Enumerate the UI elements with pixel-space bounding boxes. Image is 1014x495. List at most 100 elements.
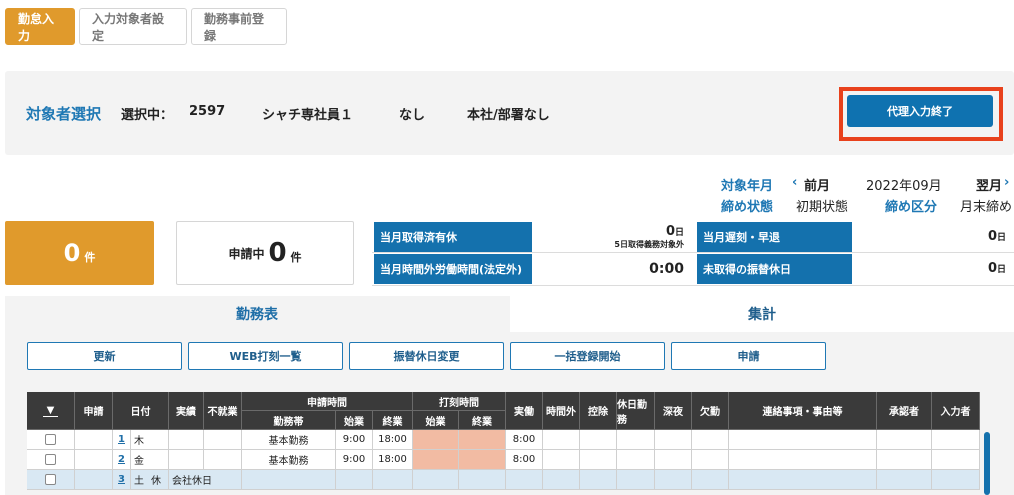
- late-early-label: 当月遅刻・早退: [697, 222, 852, 252]
- late-early-number: 0: [987, 229, 997, 244]
- row-checkbox-cell: [27, 470, 75, 490]
- row-actual-cell: [169, 430, 204, 450]
- row-entered-by-cell: [932, 470, 980, 490]
- table-scrollbar[interactable]: [984, 432, 990, 495]
- header-overtime: 時間外: [543, 392, 580, 430]
- tab-target-settings[interactable]: 入力対象者設定: [79, 8, 187, 45]
- late-early-unit: 日: [996, 233, 1006, 243]
- row-actual-cell: [169, 450, 204, 470]
- row-notes-cell: [729, 450, 877, 470]
- header-absence: 欠勤: [692, 392, 729, 430]
- employee-name: シャチ専社員１: [262, 108, 354, 123]
- row-punch-end-cell: [459, 470, 506, 490]
- tab-attendance-input[interactable]: 勤怠入力: [5, 8, 75, 45]
- row-day-cell: 3: [113, 470, 131, 490]
- row-no-work-cell: [204, 430, 242, 450]
- alert-count-badge[interactable]: 0 件: [5, 221, 154, 285]
- row-apply-cell: [75, 470, 113, 490]
- row-deduction-cell: [580, 470, 617, 490]
- header-punch-end: 終業: [459, 411, 506, 430]
- overtime-value: 0:00: [649, 261, 684, 277]
- untaken-holiday-value: 0日: [856, 254, 1014, 284]
- timesheet-panel: 勤務表 集計 更新 WEB打刻一覧 振替休日変更 一括登録開始 申請 ▼ 申請 …: [5, 296, 1014, 495]
- row-day-cell: 2: [113, 450, 131, 470]
- employee-status: なし: [399, 108, 426, 123]
- row-entered-by-cell: [932, 450, 980, 470]
- closing-status: 初期状態: [796, 200, 849, 215]
- late-early-value: 0日: [856, 222, 1014, 252]
- row-overtime-cell: [543, 430, 580, 450]
- next-month-link[interactable]: 翌月: [976, 175, 1002, 194]
- row-absence-cell: [692, 430, 729, 450]
- row-start: 9:00: [336, 450, 373, 470]
- row-start: 9:00: [336, 430, 373, 450]
- row-absence-cell: [692, 450, 729, 470]
- tab-schedule[interactable]: 勤務表: [5, 296, 509, 332]
- alert-count: 0: [63, 239, 81, 267]
- stats-divider: [372, 252, 1014, 253]
- row-late-night-cell: [655, 430, 692, 450]
- row-work-zone: 基本勤務: [242, 430, 336, 450]
- row-holiday-work-cell: [617, 470, 655, 490]
- prev-month-chevron-icon[interactable]: ‹: [792, 175, 797, 190]
- row-checkbox[interactable]: [45, 474, 56, 485]
- row-holiday-work-cell: [617, 450, 655, 470]
- row-checkbox-cell: [27, 430, 75, 450]
- header-notes: 連絡事項・事由等: [729, 392, 877, 430]
- header-actual: 実績: [169, 392, 204, 430]
- header-no-work: 不就業: [204, 392, 242, 430]
- row-late-night-cell: [655, 470, 692, 490]
- pending-unit: 件: [290, 251, 302, 264]
- row-punch-end-missing: [459, 430, 506, 450]
- select-all-dropdown[interactable]: ▼: [27, 392, 75, 430]
- change-holiday-button[interactable]: 振替休日変更: [349, 342, 504, 370]
- paid-leave-label: 当月取得済有休: [374, 222, 532, 252]
- update-button[interactable]: 更新: [27, 342, 182, 370]
- row-apply-cell: [75, 450, 113, 470]
- row-checkbox[interactable]: [45, 454, 56, 465]
- header-real-work: 実働: [506, 392, 543, 430]
- row-punch-start-missing: [413, 430, 459, 450]
- row-end: 18:00: [373, 450, 413, 470]
- row-overtime-cell: [543, 450, 580, 470]
- proxy-end-button[interactable]: 代理入力終了: [847, 95, 993, 127]
- day-link[interactable]: 3: [118, 474, 125, 485]
- pending-applications[interactable]: 申請中 0 件: [176, 221, 354, 285]
- row-weekday: 土: [131, 470, 151, 490]
- next-month-chevron-icon[interactable]: ›: [1004, 175, 1009, 190]
- selected-label: 選択中：: [121, 108, 174, 123]
- employee-id: 2597: [189, 104, 226, 119]
- row-end-cell: [373, 470, 413, 490]
- row-punch-end-missing: [459, 450, 506, 470]
- pending-label: 申請中: [228, 246, 265, 261]
- header-work-zone: 勤務帯: [242, 411, 336, 430]
- row-holiday-name: 会社休日: [169, 470, 242, 490]
- paid-leave-unit: 日: [674, 228, 684, 238]
- web-punch-list-button[interactable]: WEB打刻一覧: [188, 342, 343, 370]
- top-tab-bar: 勤怠入力 入力対象者設定 勤務事前登録: [5, 8, 287, 45]
- untaken-holiday-unit: 日: [996, 265, 1006, 275]
- row-checkbox-cell: [27, 450, 75, 470]
- bulk-register-button[interactable]: 一括登録開始: [510, 342, 665, 370]
- day-link[interactable]: 1: [118, 434, 125, 445]
- stats-divider-bottom: [372, 285, 1014, 286]
- pending-count: 0: [268, 238, 287, 268]
- select-all-label: ▼: [42, 405, 59, 417]
- header-entered-by: 入力者: [932, 392, 980, 430]
- row-no-work-cell: [204, 450, 242, 470]
- current-month: 2022年09月: [866, 179, 942, 194]
- paid-leave-note: 5日取得義務対象外: [614, 240, 684, 249]
- row-checkbox[interactable]: [45, 434, 56, 445]
- row-weekday: 金: [131, 450, 169, 470]
- row-apply-cell: [75, 430, 113, 450]
- apply-button[interactable]: 申請: [671, 342, 826, 370]
- target-selection-panel: 対象者選択 選択中： 2597 シャチ専社員１ なし 本社/部署なし 代理入力終…: [5, 71, 1014, 155]
- target-selection-link[interactable]: 対象者選択: [26, 103, 101, 124]
- prev-month-link[interactable]: 前月: [804, 175, 830, 194]
- tab-pre-registration[interactable]: 勤務事前登録: [191, 8, 287, 45]
- row-work-zone: 基本勤務: [242, 450, 336, 470]
- header-late-night: 深夜: [655, 392, 692, 430]
- row-real-work: 8:00: [506, 450, 543, 470]
- tab-totals[interactable]: 集計: [510, 296, 1014, 332]
- day-link[interactable]: 2: [118, 454, 125, 465]
